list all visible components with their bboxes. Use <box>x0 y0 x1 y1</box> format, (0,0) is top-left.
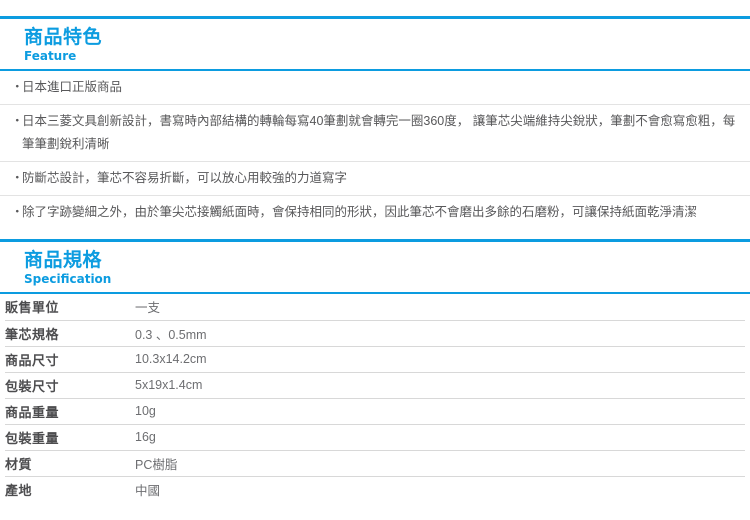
spec-label: 販售單位 <box>5 294 135 321</box>
table-row: 筆芯規格 0.3 、0.5mm <box>5 320 745 347</box>
spec-label: 材質 <box>5 450 135 477</box>
bullet-icon: ・ <box>11 205 24 219</box>
spec-value: PC樹脂 <box>135 450 745 477</box>
list-item-text: 除了字跡變細之外，由於筆尖芯接觸紙面時，會保持相同的形狀，因此筆芯不會磨出多餘的… <box>22 205 698 219</box>
specification-table: 販售單位 一支 筆芯規格 0.3 、0.5mm 商品尺寸 10.3x14.2cm… <box>5 294 745 502</box>
table-row: 產地 中國 <box>5 476 745 502</box>
bullet-icon: ・ <box>11 114 24 128</box>
spec-label: 包裝重量 <box>5 424 135 451</box>
feature-section-header: 商品特色 Feature <box>0 16 750 71</box>
spec-value: 中國 <box>135 483 161 498</box>
table-row: 商品尺寸 10.3x14.2cm <box>5 346 745 373</box>
top-spacer <box>0 0 750 16</box>
feature-list: ・ 日本進口正版商品 ・ 日本三菱文具創新設計，書寫時內部結構的轉輪每寫40筆劃… <box>0 71 750 229</box>
bullet-icon: ・ <box>11 171 24 185</box>
spec-label: 商品尺寸 <box>5 346 135 373</box>
spec-title-zh: 商品規格 <box>24 249 103 271</box>
list-item-text: 日本三菱文具創新設計，書寫時內部結構的轉輪每寫40筆劃就會轉完一圈360度， 讓… <box>22 114 736 151</box>
table-row: 包裝重量 16g <box>5 424 745 451</box>
list-item-text: 防斷芯設計，筆芯不容易折斷，可以放心用較強的力道寫字 <box>22 171 348 185</box>
product-info-page: 商品特色 Feature ・ 日本進口正版商品 ・ 日本三菱文具創新設計，書寫時… <box>0 0 750 520</box>
list-item: ・ 除了字跡變細之外，由於筆尖芯接觸紙面時，會保持相同的形狀，因此筆芯不會磨出多… <box>0 196 750 229</box>
spec-value: 16g <box>135 424 745 451</box>
bullet-icon: ・ <box>11 80 24 94</box>
feature-title-en: Feature <box>24 49 77 63</box>
spec-value: 0.3 、0.5mm <box>135 320 745 347</box>
list-item: ・ 日本三菱文具創新設計，書寫時內部結構的轉輪每寫40筆劃就會轉完一圈360度，… <box>0 105 750 162</box>
spec-value: 5x19x1.4cm <box>135 372 745 399</box>
table-row: 材質 PC樹脂 <box>5 450 745 477</box>
spec-value: 10g <box>135 398 745 425</box>
spec-label: 商品重量 <box>5 398 135 425</box>
feature-title-zh: 商品特色 <box>24 26 103 48</box>
list-item-text: 日本進口正版商品 <box>22 80 123 94</box>
spec-section-header: 商品規格 Specification <box>0 239 750 294</box>
spec-label: 產地 <box>5 483 33 499</box>
table-row: 包裝尺寸 5x19x1.4cm <box>5 372 745 399</box>
table-row: 販售單位 一支 <box>5 294 745 321</box>
spec-value: 10.3x14.2cm <box>135 346 745 373</box>
spec-title-en: Specification <box>24 272 112 286</box>
list-item: ・ 日本進口正版商品 <box>0 71 750 105</box>
table-row: 商品重量 10g <box>5 398 745 425</box>
list-item: ・ 防斷芯設計，筆芯不容易折斷，可以放心用較強的力道寫字 <box>0 162 750 196</box>
spec-label: 包裝尺寸 <box>5 372 135 399</box>
spec-value: 一支 <box>135 294 745 321</box>
spec-label: 筆芯規格 <box>5 320 135 347</box>
